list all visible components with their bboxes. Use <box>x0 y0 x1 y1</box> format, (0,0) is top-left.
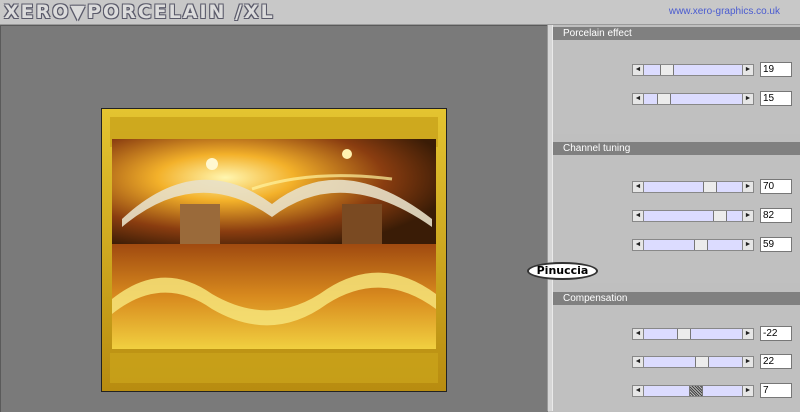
red-value-field[interactable]: 70 <box>760 179 792 194</box>
softness-slider-thumb[interactable] <box>660 65 674 75</box>
red-slider-thumb[interactable] <box>703 182 717 192</box>
exposure-control: Exposure◄►-22 <box>553 326 800 342</box>
blue-value-field[interactable]: 59 <box>760 237 792 252</box>
website-link[interactable]: www.xero-graphics.co.uk <box>669 6 780 17</box>
blue-increase-arrow-icon[interactable]: ► <box>742 240 753 250</box>
red-slider[interactable]: ◄ ► <box>632 181 754 193</box>
saturation-slider-thumb[interactable] <box>689 386 703 396</box>
green-value-field[interactable]: 82 <box>760 208 792 223</box>
strength-control: Strength◄►15 <box>553 91 800 107</box>
compensation-section: CompensationExposure◄►-22Contrast◄►22Sat… <box>553 292 800 411</box>
softness-value-field[interactable]: 19 <box>760 62 792 77</box>
blue-slider-thumb[interactable] <box>694 240 708 250</box>
contrast-control: Contrast◄►22 <box>553 354 800 370</box>
contrast-value-field[interactable]: 22 <box>760 354 792 369</box>
green-increase-arrow-icon[interactable]: ► <box>742 211 753 221</box>
preview-area <box>0 25 548 412</box>
exposure-slider-thumb[interactable] <box>677 329 691 339</box>
saturation-control: Saturation◄►7 <box>553 383 800 399</box>
title-bar: XERO▼PORCELAIN /XL www.xero-graphics.co.… <box>0 0 800 25</box>
signature-stamp: Pinuccia <box>527 262 598 280</box>
green-slider-thumb[interactable] <box>713 211 727 221</box>
blue-decrease-arrow-icon[interactable]: ◄ <box>633 240 644 250</box>
strength-slider[interactable]: ◄ ► <box>632 93 754 105</box>
strength-increase-arrow-icon[interactable]: ► <box>742 94 753 104</box>
blue-slider[interactable]: ◄ ► <box>632 239 754 251</box>
porcelain-effect-section: Porcelain effectSoftness◄►19Strength◄►15 <box>553 27 800 134</box>
saturation-decrease-arrow-icon[interactable]: ◄ <box>633 386 644 396</box>
preview-image <box>101 108 447 392</box>
green-slider[interactable]: ◄ ► <box>632 210 754 222</box>
saturation-increase-arrow-icon[interactable]: ► <box>742 386 753 396</box>
strength-slider-thumb[interactable] <box>657 94 671 104</box>
softness-increase-arrow-icon[interactable]: ► <box>742 65 753 75</box>
strength-decrease-arrow-icon[interactable]: ◄ <box>633 94 644 104</box>
exposure-slider[interactable]: ◄ ► <box>632 328 754 340</box>
red-decrease-arrow-icon[interactable]: ◄ <box>633 182 644 192</box>
saturation-value-field[interactable]: 7 <box>760 383 792 398</box>
contrast-increase-arrow-icon[interactable]: ► <box>742 357 753 367</box>
softness-decrease-arrow-icon[interactable]: ◄ <box>633 65 644 75</box>
red-increase-arrow-icon[interactable]: ► <box>742 182 753 192</box>
logo-text: XERO▼PORCELAIN /XL <box>4 1 275 23</box>
section-title: Porcelain effect <box>553 27 800 40</box>
app-logo: XERO▼PORCELAIN /XL <box>4 1 275 23</box>
preview-image-graphic <box>102 109 446 391</box>
strength-value-field[interactable]: 15 <box>760 91 792 106</box>
contrast-slider-thumb[interactable] <box>695 357 709 367</box>
softness-control: Softness◄►19 <box>553 62 800 78</box>
exposure-decrease-arrow-icon[interactable]: ◄ <box>633 329 644 339</box>
contrast-decrease-arrow-icon[interactable]: ◄ <box>633 357 644 367</box>
section-title: Channel tuning <box>553 142 800 155</box>
green-decrease-arrow-icon[interactable]: ◄ <box>633 211 644 221</box>
softness-slider[interactable]: ◄ ► <box>632 64 754 76</box>
contrast-slider[interactable]: ◄ ► <box>632 356 754 368</box>
blue-control: Blue◄►59 <box>553 237 800 253</box>
green-control: Green◄►82 <box>553 208 800 224</box>
exposure-increase-arrow-icon[interactable]: ► <box>742 329 753 339</box>
saturation-slider[interactable]: ◄ ► <box>632 385 754 397</box>
section-title: Compensation <box>553 292 800 305</box>
red-control: Red◄►70 <box>553 179 800 195</box>
channel-tuning-section: Channel tuningRed◄►70Green◄►82Blue◄►59 <box>553 142 800 283</box>
exposure-value-field[interactable]: -22 <box>760 326 792 341</box>
